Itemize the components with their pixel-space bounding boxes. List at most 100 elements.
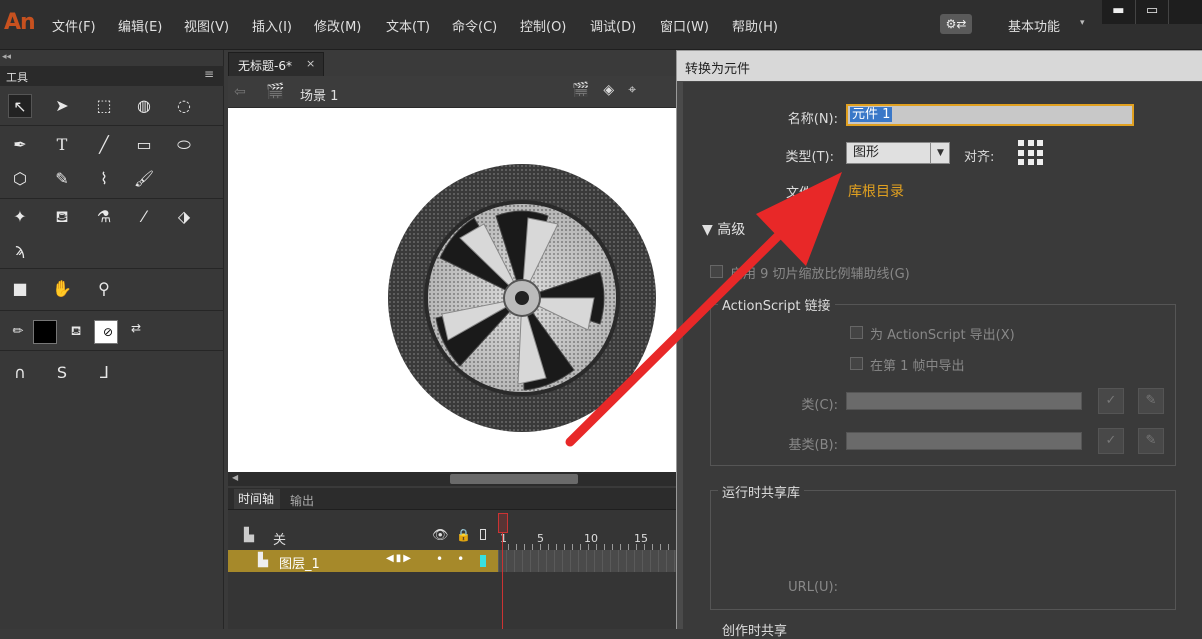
brush-tool-icon[interactable]: 🖌	[132, 167, 156, 191]
maximize-button[interactable]: ▭	[1136, 0, 1170, 24]
3d-rotation-tool-icon[interactable]: ◍	[132, 94, 156, 118]
menu-window[interactable]: 窗口(W)	[660, 16, 709, 35]
layer-icon: ▙	[258, 553, 268, 568]
eyedropper-tool-icon[interactable]: ⁄	[132, 205, 156, 229]
eye-icon[interactable]: 👁	[432, 528, 449, 543]
dialog-title-bar[interactable]	[677, 51, 1202, 81]
stroke-color-icon: ✏	[12, 324, 24, 339]
ink-bottle-tool-icon[interactable]: ⚗	[92, 205, 116, 229]
swap-colors-icon[interactable]: ⇄	[124, 316, 148, 340]
dialog-title: 转换为元件	[685, 62, 751, 77]
registration-point[interactable]	[1018, 140, 1024, 146]
edit-base-class-icon[interactable]: ✎	[1138, 428, 1164, 454]
frame-number: 10	[584, 532, 598, 545]
outline-icon[interactable]	[480, 529, 486, 540]
chevron-down-icon[interactable]: ▼	[930, 143, 950, 163]
frame-number: 15	[634, 532, 648, 545]
layer-color-swatch[interactable]	[480, 555, 486, 567]
tools-divider	[0, 310, 224, 311]
menu-text[interactable]: 文本(T)	[386, 16, 430, 35]
frames-row[interactable]	[498, 550, 678, 572]
menu-debug[interactable]: 调试(D)	[590, 16, 636, 35]
rectangle-tool-icon[interactable]: ▭	[132, 133, 156, 157]
stroke-color-swatch[interactable]	[33, 320, 57, 344]
camera-tool-icon[interactable]: ■	[8, 277, 32, 301]
layer-pen-icon[interactable]: ◀▮▶	[386, 553, 413, 564]
zoom-tool-icon[interactable]: ⚲	[92, 277, 116, 301]
sync-settings-icon[interactable]: ⚙⇄	[940, 14, 972, 34]
text-tool-icon[interactable]: T	[50, 133, 74, 157]
tab-output[interactable]: 输出	[290, 492, 314, 509]
class-field[interactable]	[846, 392, 1082, 410]
registration-point[interactable]	[1018, 149, 1024, 156]
pencil-tool-icon[interactable]: ✎	[50, 167, 74, 191]
hand-tool-icon[interactable]: ✋	[50, 277, 74, 301]
base-class-field[interactable]	[846, 432, 1082, 450]
validate-class-icon[interactable]: ✓	[1098, 388, 1124, 414]
snap-to-objects-icon[interactable]: ∩	[8, 361, 32, 385]
scrollbar-thumb[interactable]	[450, 474, 578, 484]
oval-tool-icon[interactable]: ⬭	[172, 133, 196, 157]
paint-brush-tool-icon[interactable]: ⌇	[92, 167, 116, 191]
layer-group-label: 关	[273, 533, 287, 548]
export-frame1-label: 在第 1 帧中导出	[870, 359, 965, 374]
menu-view[interactable]: 视图(V)	[184, 16, 229, 35]
registration-grid[interactable]	[1018, 140, 1044, 166]
menu-edit[interactable]: 编辑(E)	[118, 16, 162, 35]
registration-point[interactable]	[1027, 140, 1034, 146]
selection-tool-icon[interactable]: ↖	[8, 94, 32, 118]
menu-file[interactable]: 文件(F)	[52, 16, 96, 35]
menu-commands[interactable]: 命令(C)	[452, 16, 497, 35]
menu-modify[interactable]: 修改(M)	[314, 16, 361, 35]
menu-insert[interactable]: 插入(I)	[252, 16, 292, 35]
width-tool-icon[interactable]: ϡ	[8, 238, 32, 262]
fill-color-icon: ⛾	[70, 324, 82, 339]
registration-point[interactable]	[1018, 159, 1024, 166]
subselection-tool-icon[interactable]: ➤	[50, 94, 74, 118]
registration-point[interactable]	[1027, 159, 1034, 166]
pen-tool-icon[interactable]: ✒	[8, 133, 32, 157]
workspace-switcher[interactable]: 基本功能	[1008, 16, 1060, 35]
close-tab-icon[interactable]: ×	[306, 57, 315, 70]
bone-tool-icon[interactable]: ✦	[8, 205, 32, 229]
back-arrow-icon[interactable]: ⇦	[234, 84, 246, 100]
app-logo: An	[4, 10, 36, 35]
line-tool-icon[interactable]: ╱	[92, 133, 116, 157]
chevron-down-icon[interactable]: ▾	[1080, 18, 1085, 28]
close-button[interactable]	[1169, 0, 1202, 24]
collapse-icon[interactable]: ◂◂	[2, 52, 11, 62]
edit-bar-tools[interactable]: 🎬◈⌖	[572, 82, 650, 98]
playhead-line	[502, 532, 503, 629]
layer-visibility-dots[interactable]: ••	[436, 552, 478, 566]
registration-point[interactable]	[1037, 159, 1044, 166]
scroll-left-icon[interactable]: ◀	[232, 473, 238, 482]
menu-help[interactable]: 帮助(H)	[732, 16, 778, 35]
scene-label: 场景 1	[300, 89, 339, 104]
minimize-button[interactable]: ▬	[1102, 0, 1136, 24]
lock-icon[interactable]: 🔒	[456, 528, 471, 542]
validate-base-class-icon[interactable]: ✓	[1098, 428, 1124, 454]
playhead[interactable]	[498, 513, 508, 533]
lasso-tool-icon[interactable]: ◌	[172, 94, 196, 118]
name-label: 名称(N):	[787, 112, 838, 127]
edit-class-icon[interactable]: ✎	[1138, 388, 1164, 414]
tools-divider	[0, 350, 224, 351]
layer-name[interactable]: 图层_1	[279, 553, 320, 572]
window-controls: ▬ ▭	[1102, 0, 1202, 24]
registration-point[interactable]	[1037, 140, 1044, 146]
panel-menu-icon[interactable]: ≡	[204, 67, 214, 81]
polystar-tool-icon[interactable]: ⬡	[8, 167, 32, 191]
smooth-icon[interactable]: S	[50, 361, 74, 385]
registration-point[interactable]	[1037, 149, 1044, 156]
name-input[interactable]: 元件 1	[846, 104, 1134, 126]
registration-point[interactable]	[1027, 149, 1034, 156]
frame-number: 5	[537, 532, 544, 545]
url-label: URL(U):	[788, 580, 838, 595]
eraser-tool-icon[interactable]: ⬗	[172, 205, 196, 229]
menu-control[interactable]: 控制(O)	[520, 16, 566, 35]
straighten-icon[interactable]: ᒧ	[92, 361, 116, 385]
tab-timeline[interactable]: 时间轴	[234, 489, 280, 509]
paint-bucket-tool-icon[interactable]: ⛾	[50, 205, 74, 229]
free-transform-tool-icon[interactable]: ⬚	[92, 94, 116, 118]
type-label: 类型(T):	[785, 150, 834, 165]
